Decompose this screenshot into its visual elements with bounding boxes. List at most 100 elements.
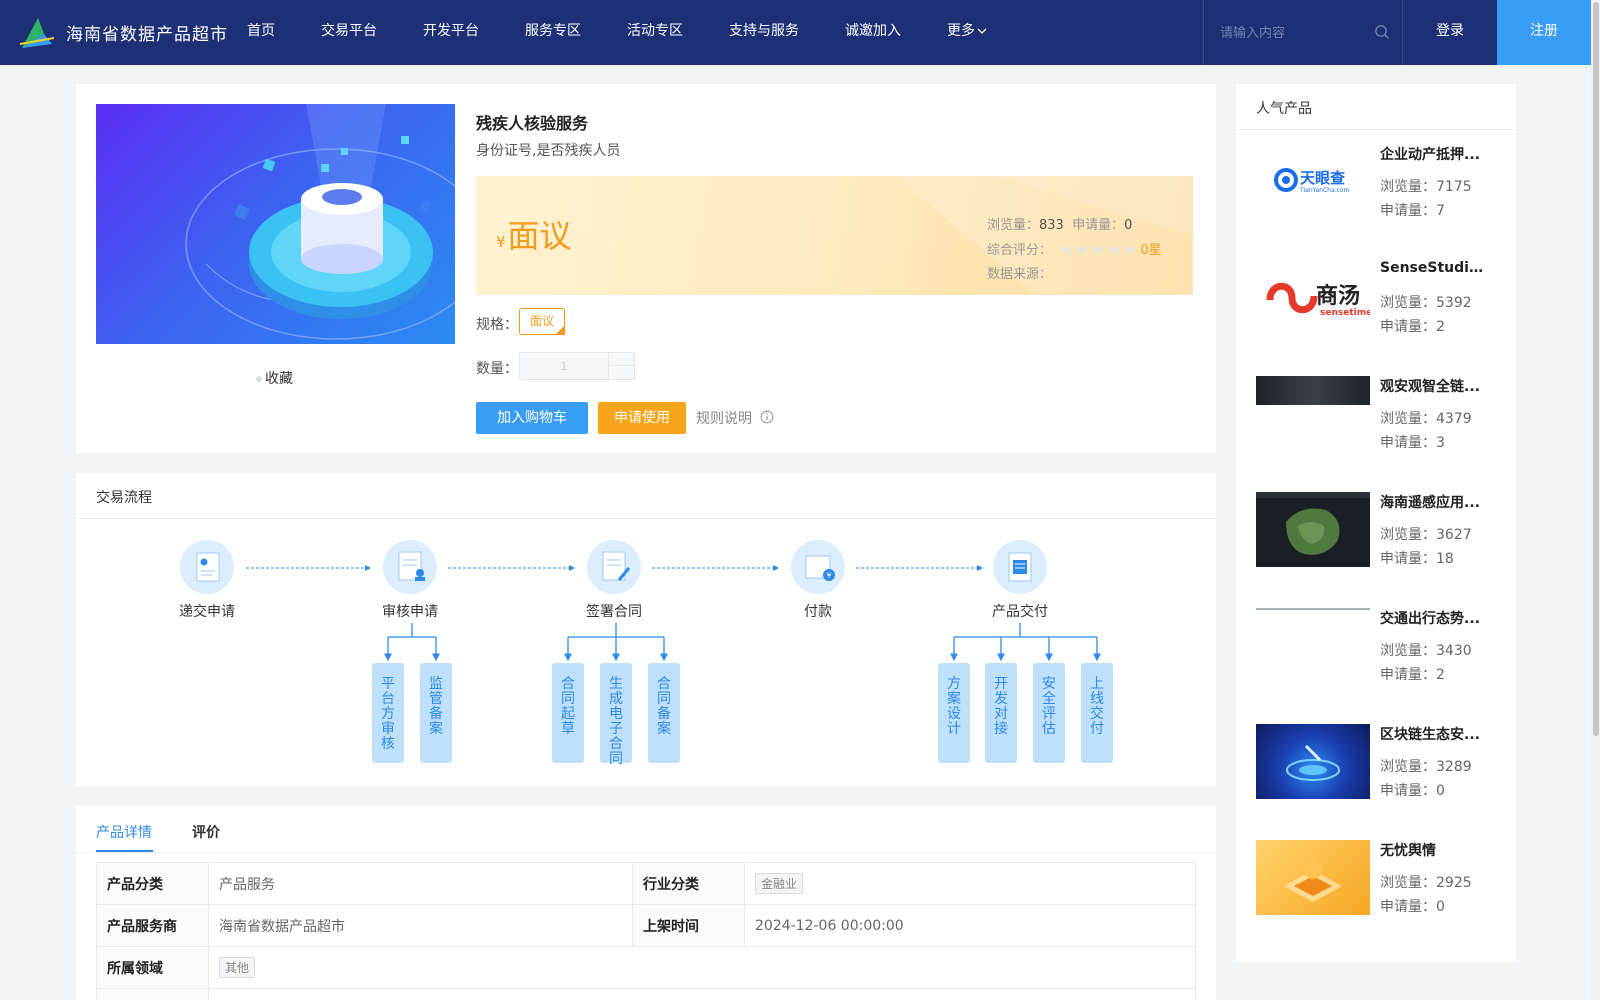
- chevron-down-icon: [977, 28, 987, 34]
- product-subtitle: 身份证号,是否残疾人员: [476, 143, 621, 159]
- add-to-cart-button[interactable]: 加入购物车: [476, 402, 588, 434]
- applies-label: 申请量：: [1072, 218, 1125, 233]
- nav-join[interactable]: 诚邀加入: [845, 0, 901, 65]
- applies-count: 2: [1436, 319, 1445, 335]
- logo-subtext: sensetime: [1320, 308, 1370, 318]
- rules-link[interactable]: 规则说明: [696, 408, 752, 428]
- views-count: 833: [1039, 218, 1064, 233]
- nav-home[interactable]: 首页: [247, 0, 275, 65]
- site-logo-icon[interactable]: [18, 14, 56, 52]
- currency-symbol: ¥: [496, 233, 506, 251]
- star-icon: ★: [1060, 242, 1073, 258]
- scrollbar-thumb[interactable]: [1593, 2, 1599, 736]
- tab-reviews[interactable]: 评价: [192, 822, 220, 842]
- register-button[interactable]: 注册: [1497, 0, 1591, 65]
- price: ¥面议: [496, 211, 572, 257]
- nav-trading-platform[interactable]: 交易平台: [321, 0, 377, 65]
- substep-dev-integration: 开发对接: [985, 663, 1017, 763]
- applies-count: 0: [1436, 899, 1445, 915]
- rating-stars: ★ ★ ★ ★ ★: [1060, 238, 1140, 263]
- price-panel: ¥面议 浏览量：833 申请量：0 综合评分： ★ ★ ★ ★ ★ 0星 数据来源：: [476, 176, 1193, 295]
- applies-count: 2: [1436, 667, 1445, 683]
- views-count: 7175: [1436, 179, 1472, 195]
- quantity-input[interactable]: [520, 353, 608, 379]
- top-nav-bar: 海南省数据产品超市 首页 交易平台 开发平台 服务专区 活动专区 支持与服务 诚…: [0, 0, 1600, 65]
- product-thumbnail: [1256, 376, 1370, 405]
- views-label: 浏览量：: [1380, 875, 1436, 891]
- popular-product-item[interactable]: 区块链生态安... 浏览量：3289 申请量：0: [1256, 724, 1506, 824]
- product-name[interactable]: 海南遥感应用...: [1380, 492, 1490, 512]
- price-value: 面议: [507, 217, 572, 255]
- popular-product-item[interactable]: 商汤 sensetime SenseStudio... 浏览量：5392 申请量…: [1256, 260, 1506, 360]
- login-button[interactable]: 登录: [1403, 0, 1497, 65]
- industry-cell: 金融业: [744, 862, 1196, 905]
- nav-activity-zone[interactable]: 活动专区: [627, 0, 683, 65]
- divider: [76, 852, 1216, 853]
- step-payment: 付款: [804, 604, 832, 620]
- table-row: 产品服务商 海南省数据产品超市 上架时间 2024-12-06 00:00:00: [96, 904, 1196, 947]
- popular-product-item[interactable]: 海南遥感应用... 浏览量：3627 申请量：18: [1256, 492, 1506, 592]
- nav-dev-platform[interactable]: 开发平台: [423, 0, 479, 65]
- search-input[interactable]: [1220, 22, 1370, 44]
- payment-icon: ¥: [791, 540, 845, 594]
- substep-contract-filing: 合同备案: [648, 663, 680, 763]
- views-line: 浏览量：3627: [1380, 524, 1472, 544]
- popular-product-item[interactable]: 无忧舆情 浏览量：2925 申请量：0: [1256, 840, 1506, 940]
- industry-label: 行业分类: [632, 862, 745, 905]
- views-line: 浏览量：7175: [1380, 176, 1472, 196]
- product-name[interactable]: 交通出行态势...: [1380, 608, 1490, 628]
- spec-option[interactable]: 面议: [519, 308, 565, 335]
- search-box: [1203, 0, 1403, 65]
- quantity-increase-button[interactable]: [608, 353, 635, 366]
- nav-service-zone[interactable]: 服务专区: [525, 0, 581, 65]
- info-icon[interactable]: [760, 410, 774, 424]
- substep-text: 平台方审核: [381, 676, 395, 752]
- product-thumbnail: [1256, 724, 1370, 799]
- divider: [1236, 129, 1516, 130]
- rating-label: 综合评分：: [987, 243, 1053, 258]
- domain-cell: 其他: [208, 946, 1196, 989]
- applies-label: 申请量：: [1380, 319, 1436, 335]
- applies-count: 18: [1436, 551, 1454, 567]
- popular-product-item[interactable]: 交通出行态势... 浏览量：3430 申请量：2: [1256, 608, 1506, 708]
- quantity-stepper: [519, 352, 635, 380]
- substep-text: 合同备案: [657, 676, 671, 737]
- logo-subtext: TianYanCha.com: [1300, 187, 1350, 194]
- product-thumbnail: [1256, 492, 1370, 567]
- site-title[interactable]: 海南省数据产品超市: [66, 20, 228, 45]
- table-row: [96, 988, 1196, 1000]
- popular-products-title: 人气产品: [1256, 101, 1312, 117]
- popular-product-item[interactable]: 观安观智全链... 浏览量：4379 申请量：3: [1256, 376, 1506, 476]
- source-label: 数据来源：: [987, 267, 1053, 282]
- product-name[interactable]: 无忧舆情: [1380, 840, 1490, 860]
- domain-label: 所属领域: [96, 946, 209, 989]
- views-label: 浏览量：: [1380, 295, 1436, 311]
- applies-line: 申请量：18: [1380, 548, 1454, 568]
- views-line: 浏览量：5392: [1380, 292, 1472, 312]
- search-icon[interactable]: [1374, 24, 1390, 40]
- substep-security-assessment: 安全评估: [1033, 663, 1065, 763]
- blockchain-thumbnail: [1286, 744, 1340, 781]
- product-name[interactable]: SenseStudio...: [1380, 260, 1490, 276]
- substep-go-live: 上线交付: [1081, 663, 1113, 763]
- quantity-decrease-button[interactable]: [608, 366, 635, 379]
- apply-use-button[interactable]: 申请使用: [598, 402, 686, 434]
- substep-text: 开发对接: [994, 676, 1008, 737]
- product-name[interactable]: 企业动产抵押...: [1380, 144, 1490, 164]
- product-name[interactable]: 区块链生态安...: [1380, 724, 1490, 744]
- nav-support[interactable]: 支持与服务: [729, 0, 799, 65]
- substep-text: 上线交付: [1090, 676, 1104, 737]
- product-name[interactable]: 观安观智全链...: [1380, 376, 1490, 396]
- favorite-button[interactable]: 收藏: [256, 368, 293, 388]
- tab-product-details[interactable]: 产品详情: [96, 822, 152, 842]
- views-line: 浏览量：3430: [1380, 640, 1472, 660]
- step-sign-contract: 签署合同: [586, 604, 642, 620]
- views-label: 浏览量：: [1380, 179, 1436, 195]
- applies-line: 申请量：7: [1380, 200, 1445, 220]
- product-card: 收藏 残疾人核验服务 身份证号,是否残疾人员 ¥面议 浏览量：833 申请量：0…: [76, 84, 1216, 453]
- applies-count: 3: [1436, 435, 1445, 451]
- applies-count: 0: [1436, 783, 1445, 799]
- views-line: 浏览量：2925: [1380, 872, 1472, 892]
- popular-product-item[interactable]: 天眼查 TianYanCha.com 企业动产抵押... 浏览量：7175 申请…: [1256, 144, 1506, 244]
- nav-more[interactable]: 更多: [947, 0, 987, 65]
